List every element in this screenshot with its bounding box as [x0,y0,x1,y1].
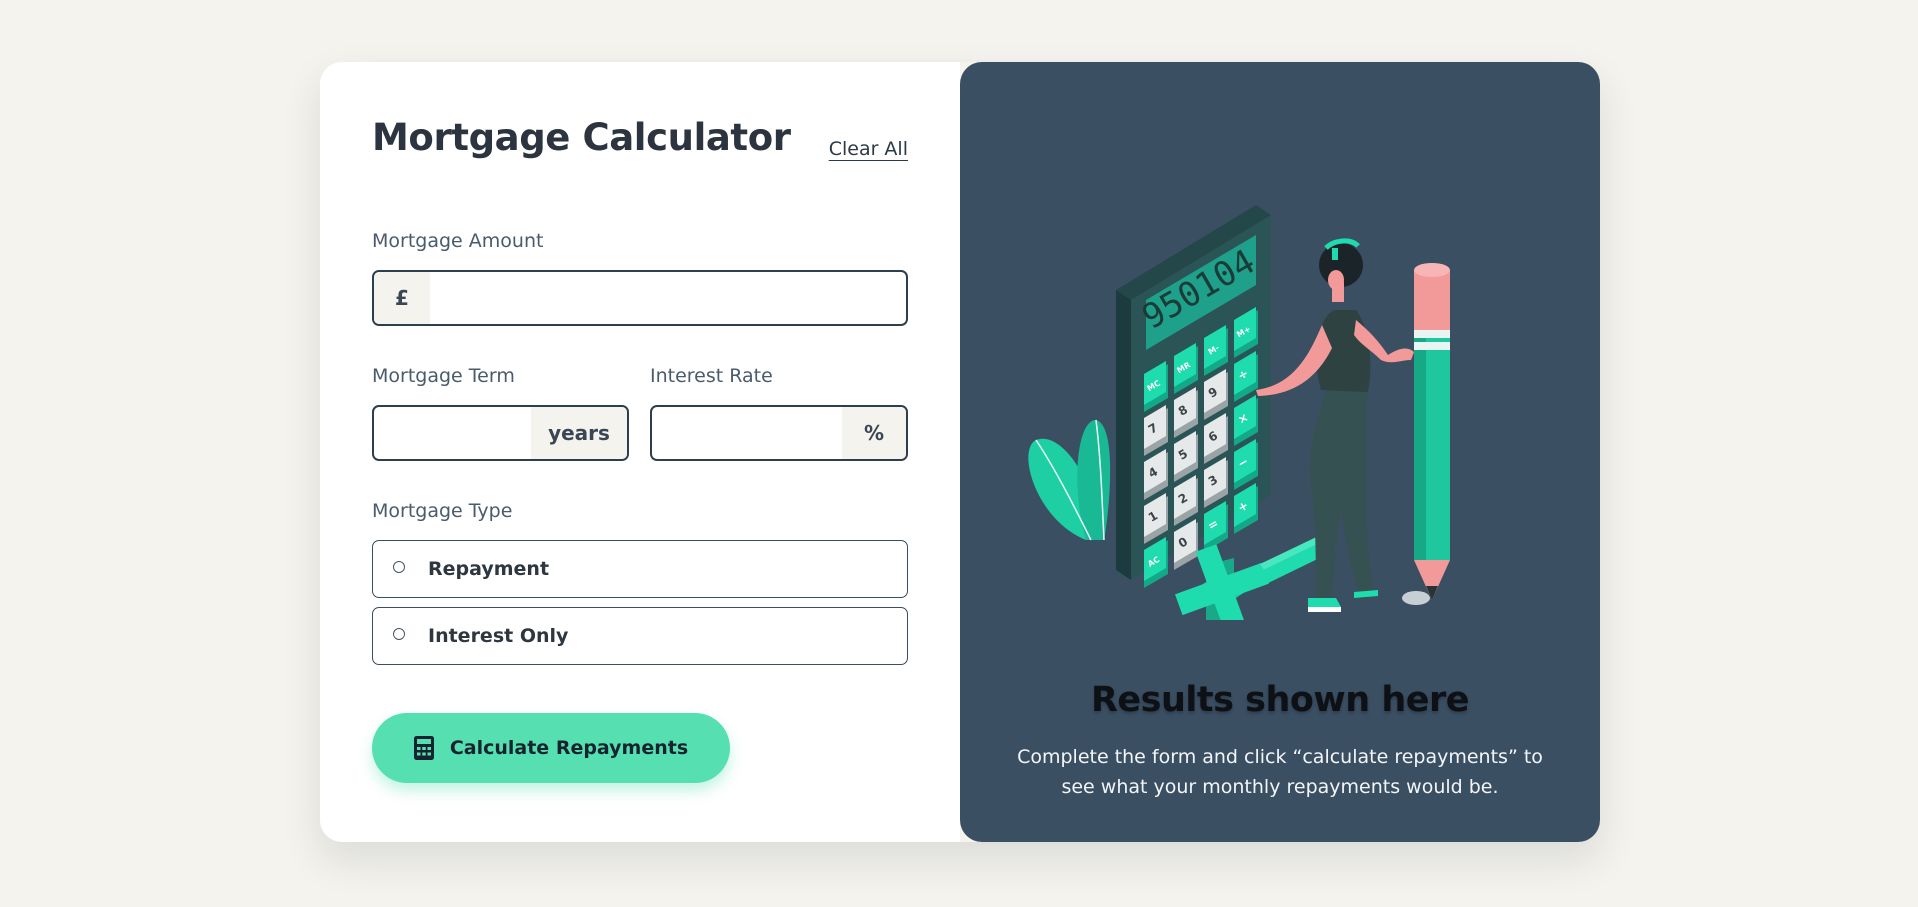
radio-option-interest-only[interactable]: Interest Only [372,607,908,665]
interest-rate-input[interactable] [652,407,842,459]
form-panel: Mortgage Calculator Clear All Mortgage A… [320,62,960,842]
interest-rate-field: % [650,405,908,461]
mortgage-amount-field: £ [372,270,908,326]
calculator-illustration: 950104MCMRM-M+789÷456×123−AC0=+ [1028,205,1450,620]
radio-button-interest-only[interactable] [393,628,405,640]
mortgage-term-label: Mortgage Term [372,365,515,387]
plant-illustration [1028,419,1111,541]
results-title: Results shown here [1090,680,1470,720]
results-panel: 950104 MC MR M- M+ 7 8 9 ÷ 4 5 6 × 1 2 3− AC 0 = + [960,62,1600,842]
calculate-repayments-button[interactable]: Calculate Repayments [372,713,730,783]
mortgage-term-input[interactable] [374,407,531,459]
years-suffix: years [531,407,627,459]
results-description: Complete the form and click “calculate r… [1017,746,1543,798]
percent-suffix: % [842,407,906,459]
mortgage-amount-label: Mortgage Amount [372,230,544,252]
currency-prefix: £ [374,272,430,324]
page-title: Mortgage Calculator [372,116,791,159]
calculator-body: 950104MCMRM-M+789÷456×123−AC0=+ [1116,205,1271,588]
mortgage-amount-input[interactable] [430,272,906,324]
mortgage-term-field: years [372,405,629,461]
radio-label-interest-only: Interest Only [428,625,569,647]
mortgage-type-label: Mortgage Type [372,500,513,522]
radio-label-repayment: Repayment [428,558,550,580]
calculate-repayments-label: Calculate Repayments [449,737,689,759]
mortgage-calculator-card: Mortgage Calculator Clear All Mortgage A… [320,62,1600,842]
interest-rate-label: Interest Rate [650,365,773,387]
radio-option-repayment[interactable]: Repayment [372,540,908,598]
calculator-icon [413,736,434,760]
clear-all-button[interactable]: Clear All [829,138,908,160]
radio-button-repayment[interactable] [393,561,405,573]
pencil-illustration [1414,263,1450,600]
